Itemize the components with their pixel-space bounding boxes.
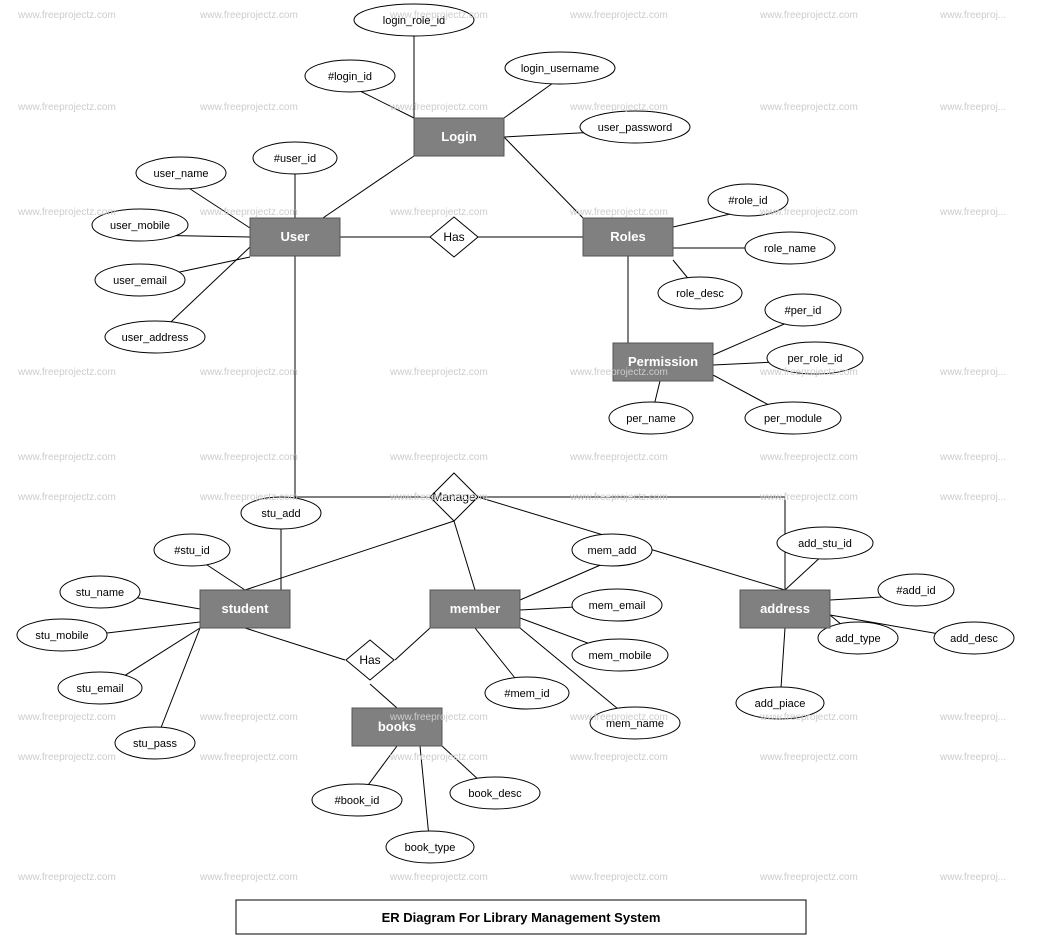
svg-text:www.freeprojectz.com: www.freeprojectz.com <box>389 10 488 21</box>
svg-text:www.freeprojectz.com: www.freeprojectz.com <box>759 207 858 218</box>
svg-text:www.freeproj...: www.freeproj... <box>939 367 1006 378</box>
svg-text:mem_add: mem_add <box>588 545 637 557</box>
svg-text:www.freeprojectz.com: www.freeprojectz.com <box>199 10 298 21</box>
svg-text:www.freeprojectz.com: www.freeprojectz.com <box>389 492 488 503</box>
svg-text:www.freeproj...: www.freeproj... <box>939 712 1006 723</box>
svg-text:stu_mobile: stu_mobile <box>35 630 88 642</box>
svg-text:www.freeproj...: www.freeproj... <box>939 10 1006 21</box>
svg-text:www.freeprojectz.com: www.freeprojectz.com <box>199 367 298 378</box>
svg-text:#login_id: #login_id <box>328 71 372 83</box>
svg-text:role_desc: role_desc <box>676 288 724 300</box>
svg-text:www.freeprojectz.com: www.freeprojectz.com <box>389 102 488 113</box>
svg-text:www.freeprojectz.com: www.freeprojectz.com <box>389 452 488 463</box>
svg-text:add_desc: add_desc <box>950 633 998 645</box>
svg-text:www.freeprojectz.com: www.freeprojectz.com <box>17 367 116 378</box>
svg-text:#mem_id: #mem_id <box>504 688 549 700</box>
svg-text:stu_email: stu_email <box>76 683 123 695</box>
svg-text:www.freeprojectz.com: www.freeprojectz.com <box>17 10 116 21</box>
svg-text:www.freeprojectz.com: www.freeprojectz.com <box>199 492 298 503</box>
svg-text:Roles: Roles <box>610 229 645 244</box>
svg-text:www.freeprojectz.com: www.freeprojectz.com <box>199 712 298 723</box>
svg-text:www.freeprojectz.com: www.freeprojectz.com <box>17 752 116 763</box>
svg-text:www.freeprojectz.com: www.freeprojectz.com <box>389 752 488 763</box>
svg-text:www.freeprojectz.com: www.freeprojectz.com <box>17 452 116 463</box>
svg-text:#stu_id: #stu_id <box>174 545 209 557</box>
svg-text:per_module: per_module <box>764 413 822 425</box>
svg-text:www.freeprojectz.com: www.freeprojectz.com <box>569 367 668 378</box>
svg-text:book_desc: book_desc <box>468 788 522 800</box>
svg-text:www.freeproj...: www.freeproj... <box>939 452 1006 463</box>
svg-text:mem_email: mem_email <box>589 600 646 612</box>
svg-text:www.freeprojectz.com: www.freeprojectz.com <box>569 207 668 218</box>
svg-text:www.freeprojectz.com: www.freeprojectz.com <box>389 872 488 883</box>
svg-text:www.freeprojectz.com: www.freeprojectz.com <box>17 872 116 883</box>
svg-text:www.freeprojectz.com: www.freeprojectz.com <box>389 712 488 723</box>
svg-text:www.freeprojectz.com: www.freeprojectz.com <box>759 872 858 883</box>
svg-text:www.freeprojectz.com: www.freeprojectz.com <box>759 367 858 378</box>
svg-text:www.freeprojectz.com: www.freeprojectz.com <box>199 102 298 113</box>
svg-text:student: student <box>222 601 270 616</box>
svg-text:user_mobile: user_mobile <box>110 220 170 232</box>
svg-text:www.freeprojectz.com: www.freeprojectz.com <box>759 492 858 503</box>
svg-text:www.freeprojectz.com: www.freeprojectz.com <box>759 752 858 763</box>
svg-text:www.freeprojectz.com: www.freeprojectz.com <box>17 712 116 723</box>
svg-text:www.freeprojectz.com: www.freeprojectz.com <box>569 10 668 21</box>
svg-text:www.freeproj...: www.freeproj... <box>939 872 1006 883</box>
svg-text:www.freeprojectz.com: www.freeprojectz.com <box>569 102 668 113</box>
svg-text:#add_id: #add_id <box>896 585 935 597</box>
svg-text:www.freeproj...: www.freeproj... <box>939 102 1006 113</box>
svg-text:stu_name: stu_name <box>76 587 124 599</box>
svg-text:book_type: book_type <box>405 842 456 854</box>
svg-text:www.freeprojectz.com: www.freeprojectz.com <box>17 102 116 113</box>
svg-text:www.freeprojectz.com: www.freeprojectz.com <box>569 752 668 763</box>
svg-text:www.freeprojectz.com: www.freeprojectz.com <box>199 752 298 763</box>
svg-text:www.freeproj...: www.freeproj... <box>939 752 1006 763</box>
svg-text:www.freeproj...: www.freeproj... <box>939 207 1006 218</box>
svg-text:www.freeprojectz.com: www.freeprojectz.com <box>569 492 668 503</box>
svg-text:User: User <box>281 229 310 244</box>
svg-text:www.freeprojectz.com: www.freeprojectz.com <box>389 367 488 378</box>
svg-text:www.freeprojectz.com: www.freeprojectz.com <box>199 452 298 463</box>
svg-text:add_type: add_type <box>835 633 880 645</box>
svg-text:#per_id: #per_id <box>785 305 822 317</box>
svg-text:per_role_id: per_role_id <box>787 353 842 365</box>
svg-text:www.freeprojectz.com: www.freeprojectz.com <box>17 492 116 503</box>
svg-text:Has: Has <box>359 653 380 667</box>
svg-text:user_password: user_password <box>598 122 673 134</box>
svg-text:#book_id: #book_id <box>335 795 380 807</box>
svg-text:add_stu_id: add_stu_id <box>798 538 852 550</box>
svg-text:www.freeprojectz.com: www.freeprojectz.com <box>199 872 298 883</box>
svg-text:user_address: user_address <box>122 332 189 344</box>
svg-text:add_piace: add_piace <box>755 698 806 710</box>
svg-text:login_username: login_username <box>521 63 599 75</box>
svg-text:Login: Login <box>441 129 476 144</box>
svg-text:#user_id: #user_id <box>274 153 316 165</box>
svg-text:stu_add: stu_add <box>261 508 300 520</box>
svg-text:www.freeprojectz.com: www.freeprojectz.com <box>569 452 668 463</box>
svg-text:www.freeprojectz.com: www.freeprojectz.com <box>569 872 668 883</box>
svg-text:ER Diagram For Library Managem: ER Diagram For Library Management System <box>382 910 661 925</box>
svg-text:www.freeprojectz.com: www.freeprojectz.com <box>759 102 858 113</box>
svg-text:www.freeprojectz.com: www.freeprojectz.com <box>569 712 668 723</box>
svg-text:member: member <box>450 601 501 616</box>
svg-text:www.freeprojectz.com: www.freeprojectz.com <box>199 207 298 218</box>
svg-text:www.freeprojectz.com: www.freeprojectz.com <box>17 207 116 218</box>
svg-text:www.freeprojectz.com: www.freeprojectz.com <box>389 207 488 218</box>
er-svg: login_role_id #login_id login_username u… <box>0 0 1039 941</box>
svg-text:user_name: user_name <box>153 168 208 180</box>
svg-text:www.freeprojectz.com: www.freeprojectz.com <box>759 10 858 21</box>
svg-text:#role_id: #role_id <box>728 195 767 207</box>
er-diagram: login_role_id #login_id login_username u… <box>0 0 1039 941</box>
svg-text:stu_pass: stu_pass <box>133 738 178 750</box>
svg-text:Has: Has <box>443 230 464 244</box>
svg-text:user_email: user_email <box>113 275 167 287</box>
svg-text:www.freeproj...: www.freeproj... <box>939 492 1006 503</box>
svg-text:mem_mobile: mem_mobile <box>589 650 652 662</box>
svg-text:www.freeprojectz.com: www.freeprojectz.com <box>759 712 858 723</box>
svg-text:address: address <box>760 601 810 616</box>
svg-text:per_name: per_name <box>626 413 676 425</box>
svg-text:www.freeprojectz.com: www.freeprojectz.com <box>759 452 858 463</box>
svg-text:role_name: role_name <box>764 243 816 255</box>
